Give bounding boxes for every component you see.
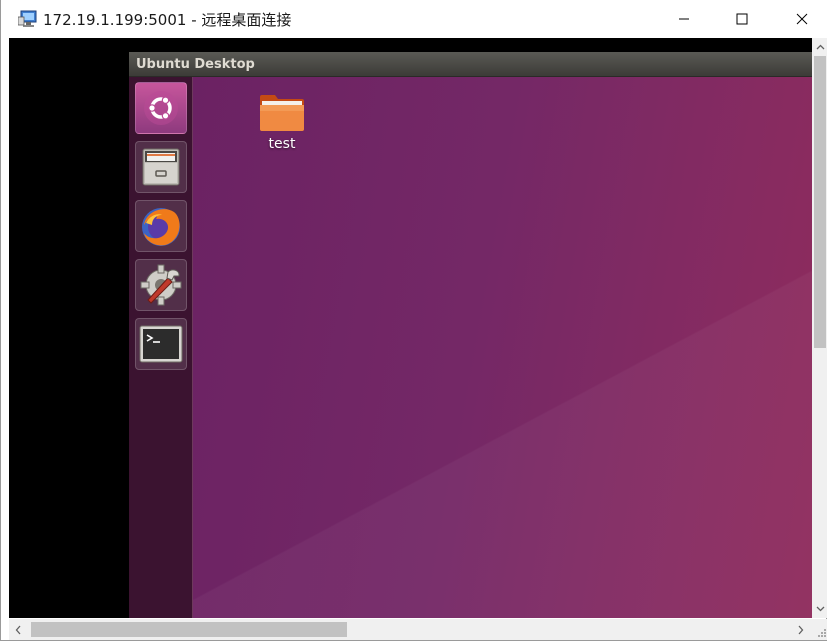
- file-cabinet-icon: [142, 148, 180, 186]
- desktop-background[interactable]: test: [193, 77, 812, 618]
- terminal-icon: [139, 325, 183, 363]
- minimize-button[interactable]: [661, 0, 707, 38]
- horizontal-scroll-thumb[interactable]: [31, 622, 347, 637]
- maximize-icon: [736, 13, 748, 25]
- remote-desktop-icon: [18, 10, 37, 27]
- scroll-down-button[interactable]: [812, 600, 827, 617]
- close-button[interactable]: [779, 0, 825, 38]
- vertical-scroll-thumb[interactable]: [814, 56, 826, 348]
- window-titlebar[interactable]: 172.19.1.199:5001 - 远程桌面连接: [1, 0, 827, 38]
- horizontal-scrollbar[interactable]: [9, 619, 812, 640]
- ubuntu-desktop-window: Ubuntu Desktop test: [129, 52, 812, 618]
- settings-wrench-icon: [140, 264, 182, 306]
- launcher-system-settings-button[interactable]: [135, 259, 187, 311]
- vertical-scrollbar[interactable]: [812, 38, 827, 618]
- resize-grip[interactable]: [812, 619, 827, 640]
- window-title: 172.19.1.199:5001 - 远程桌面连接: [43, 11, 292, 29]
- launcher: [129, 77, 193, 618]
- minimize-icon: [679, 18, 689, 20]
- folder-icon: [260, 95, 304, 131]
- ubuntu-logo-icon: [144, 91, 178, 125]
- desktop-icon-label: test: [268, 136, 296, 152]
- ubuntu-titlebar[interactable]: Ubuntu Desktop: [129, 52, 812, 77]
- scroll-up-button[interactable]: [812, 38, 827, 55]
- rdp-window: 172.19.1.199:5001 - 远程桌面连接 Ubuntu Deskto…: [0, 0, 827, 641]
- chevron-up-icon: [816, 44, 824, 49]
- remote-session-viewport[interactable]: Ubuntu Desktop test: [9, 38, 812, 618]
- chevron-down-icon: [816, 606, 824, 611]
- firefox-icon: [142, 208, 180, 246]
- close-icon: [796, 13, 808, 25]
- scroll-right-button[interactable]: [792, 619, 810, 640]
- chevron-right-icon: [798, 625, 804, 634]
- launcher-files-button[interactable]: [135, 141, 187, 193]
- desktop-folder-test[interactable]: test: [257, 91, 307, 152]
- launcher-firefox-button[interactable]: [135, 200, 187, 252]
- maximize-button[interactable]: [719, 0, 765, 38]
- scroll-left-button[interactable]: [9, 619, 27, 640]
- launcher-dash-button[interactable]: [135, 82, 187, 134]
- resize-grip-icon: [818, 629, 826, 637]
- chevron-left-icon: [15, 625, 21, 634]
- ubuntu-window-title: Ubuntu Desktop: [136, 57, 255, 72]
- launcher-terminal-button[interactable]: [135, 318, 187, 370]
